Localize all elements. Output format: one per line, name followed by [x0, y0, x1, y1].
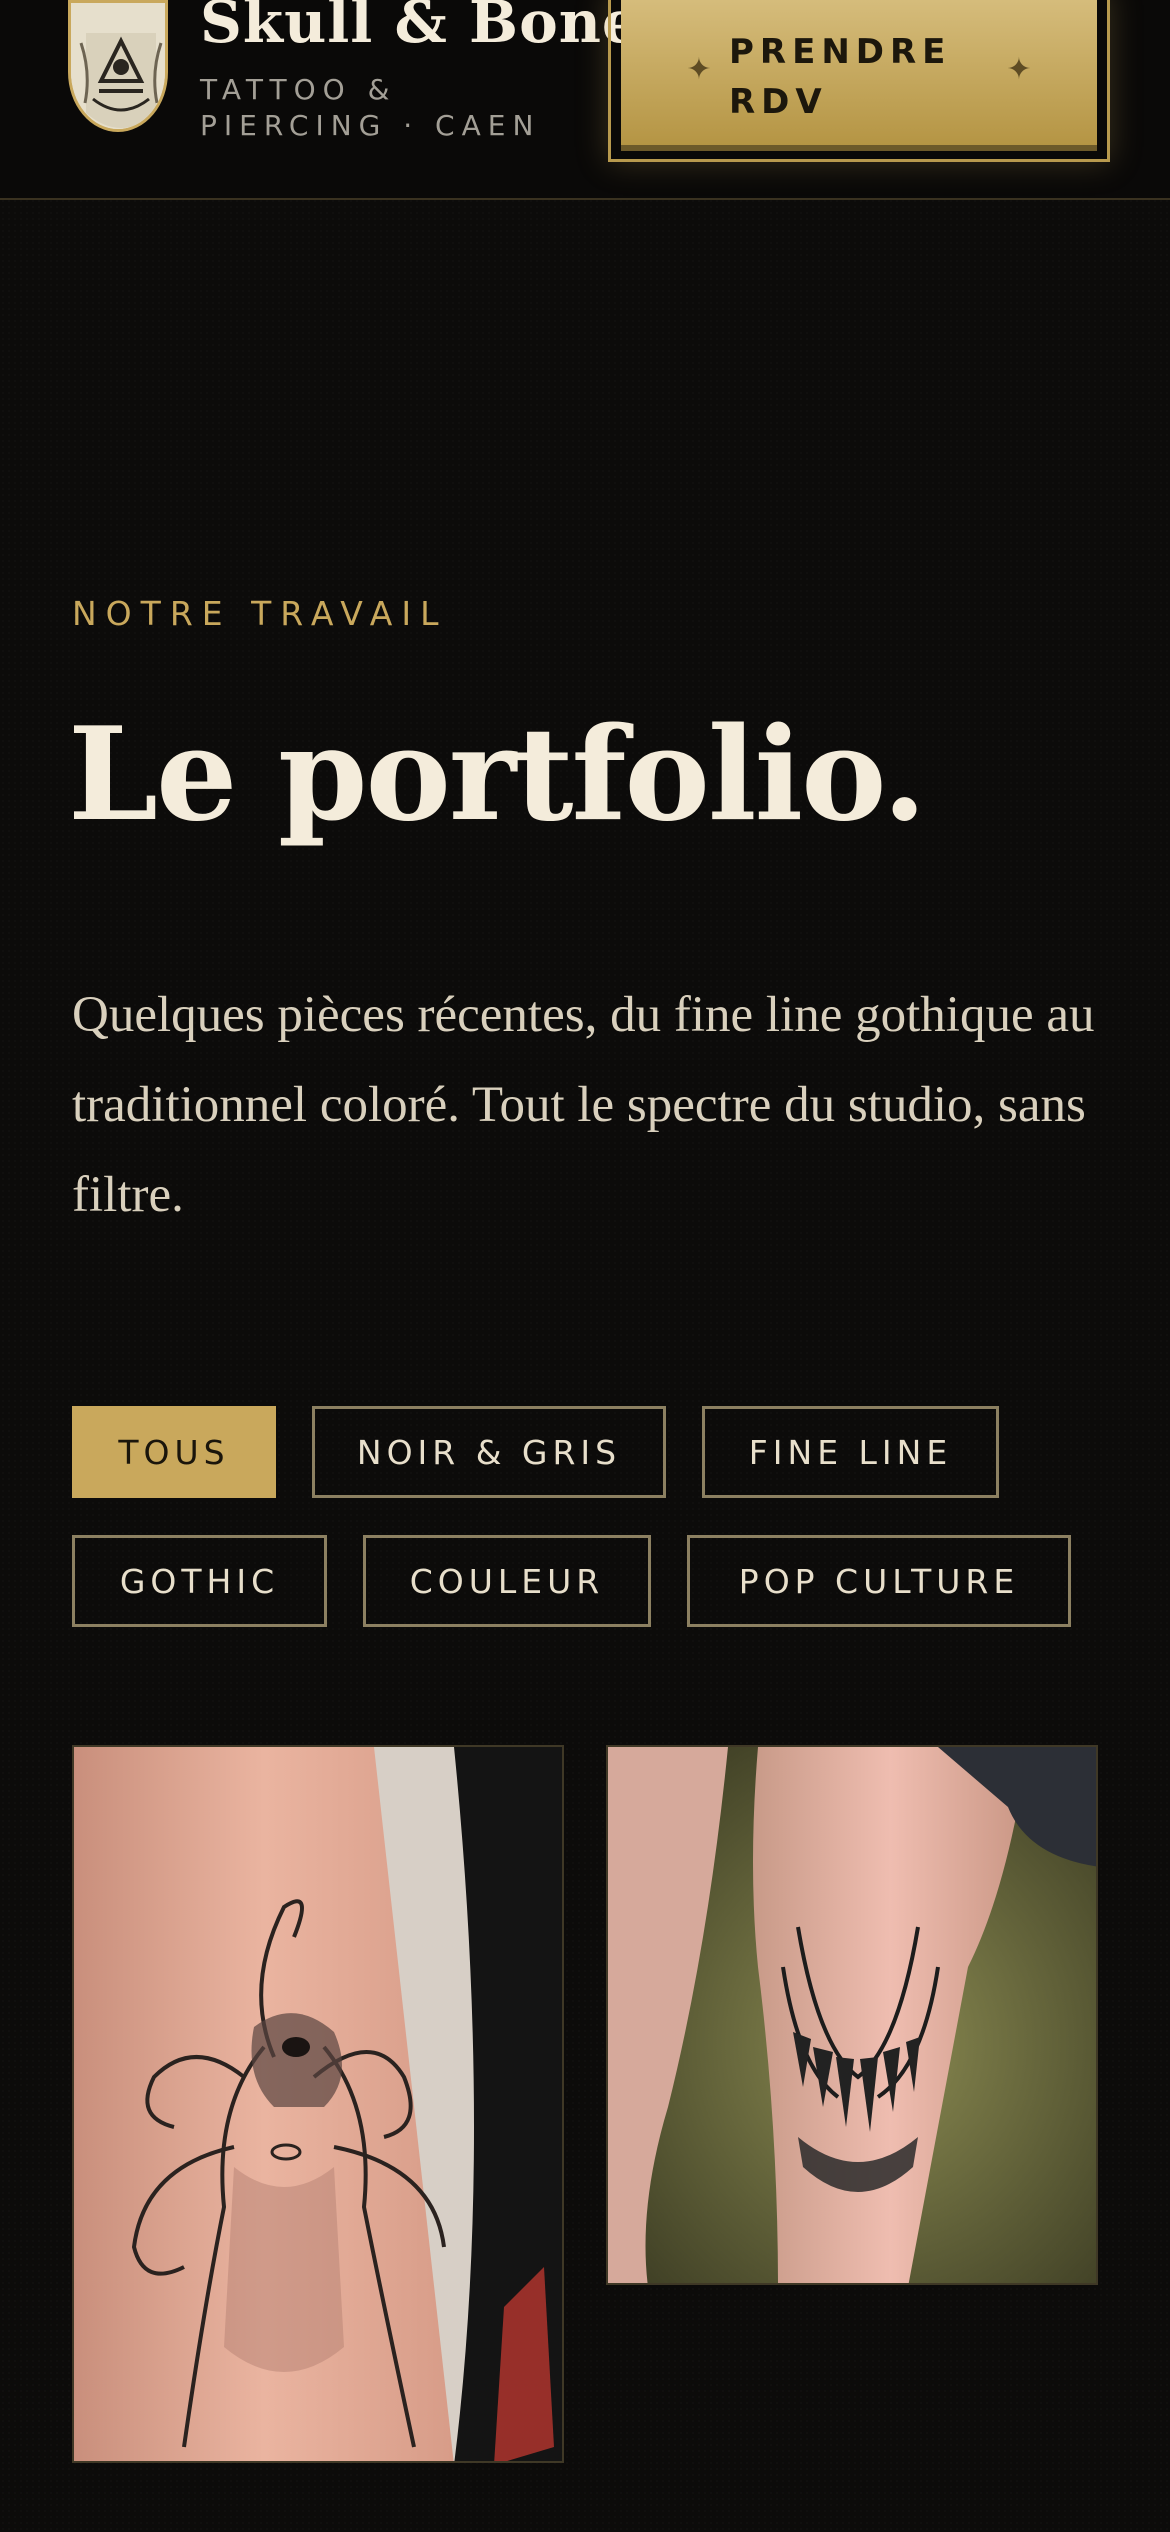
brand-tagline: TATTOO & PIERCING · CAEN: [200, 73, 541, 142]
book-appointment-label: PRENDRE RDV: [729, 32, 952, 122]
section-intro: Quelques pièces récentes, du fine line g…: [72, 987, 1095, 1223]
cta-frame: ✦ PRENDRE RDV ✦: [608, 0, 1110, 162]
book-appointment-button[interactable]: ✦ PRENDRE RDV ✦: [621, 0, 1097, 151]
logo-badge[interactable]: [68, 0, 168, 132]
section-eyebrow: NOTRE TRAVAIL: [72, 594, 448, 633]
filter-pop-culture[interactable]: POP CULTURE: [687, 1535, 1071, 1627]
filter-gothic[interactable]: GOTHIC: [72, 1535, 327, 1627]
skull-logo-icon: [71, 3, 165, 129]
portfolio-card-forearm[interactable]: [72, 1745, 564, 2463]
filter-fine-line[interactable]: FINE LINE: [702, 1406, 999, 1498]
photo-icon: [608, 1747, 1096, 2283]
filter-couleur[interactable]: COULEUR: [363, 1535, 651, 1627]
brand-name[interactable]: Skull & Bones: [200, 0, 674, 56]
photo-icon: [74, 1747, 562, 2461]
sparkle-icon: ✦: [686, 51, 712, 87]
sparkle-icon: ✦: [1006, 51, 1032, 87]
page-title: Le portfolio.: [68, 700, 927, 850]
site-header: Skull & Bones TATTOO & PIERCING · CAEN ✦…: [0, 0, 1170, 200]
filter-tous[interactable]: TOUS: [72, 1406, 276, 1498]
filter-noir-gris[interactable]: NOIR & GRIS: [312, 1406, 666, 1498]
portfolio-card-knee[interactable]: [606, 1745, 1098, 2285]
